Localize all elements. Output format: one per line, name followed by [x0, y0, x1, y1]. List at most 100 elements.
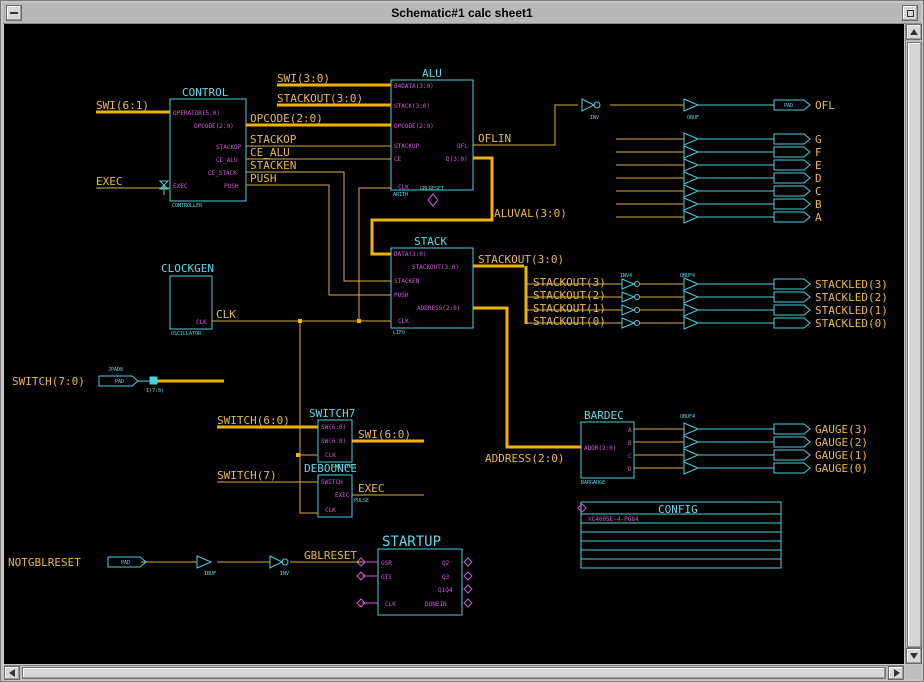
alu-pin-clk: CLK [398, 184, 409, 191]
window-title: Schematic#1 calc sheet1 [391, 6, 533, 20]
startup-pin-markers [356, 557, 473, 608]
title-bar[interactable]: Schematic#1 calc sheet1 [3, 3, 921, 24]
bardec-pin-d: D [628, 466, 632, 473]
segment-row-5-buffer [683, 197, 700, 211]
startup-pin-q3: Q3 [442, 574, 450, 581]
stackled-row-2-buffer [683, 303, 700, 317]
maximize-button[interactable] [902, 5, 918, 21]
alu-type: ARITH [393, 192, 408, 198]
net-address: ADDRESS(2:0) [485, 452, 564, 465]
stack-pin-data: DATA(3:0) [394, 251, 427, 258]
alu-gbl: GBLRESET [420, 186, 444, 192]
net-exec-out: EXEC [358, 482, 385, 495]
switch7-pin-out: SW(6:0) [321, 438, 346, 445]
bardec-name: BARDEC [584, 409, 624, 422]
debounce-pin-exec: EXEC [335, 492, 350, 499]
obuf-label: OBUF [687, 115, 699, 121]
schematic-window: Schematic#1 calc sheet1 CONTROL OPERATOR… [0, 0, 924, 682]
jpad-bus: I(7:0) [146, 388, 164, 394]
stackled-row-0-buffer [683, 277, 700, 291]
control-pin-opcode: OPCODE(2:0) [194, 123, 234, 130]
out-gauge-1: GAUGE(1) [815, 449, 868, 462]
net-aluval: ALUVAL(3:0) [494, 207, 567, 220]
net-stackout-1: STACKOUT(1) [533, 302, 606, 315]
switch7-block[interactable]: SWITCH7 SW(6:0) SW(6:0) CLK SWITCHES [309, 407, 356, 470]
segment-row-3-buffer [683, 171, 700, 185]
ibuf-label: IBUF [204, 571, 216, 577]
clockgen-block[interactable]: CLOCKGEN CLK OSCILLATOR [161, 262, 214, 337]
clockgen-pin-clk: CLK [196, 319, 207, 326]
scroll-up-button[interactable] [906, 24, 922, 40]
out-stackled-3: STACKLED(3) [815, 278, 888, 291]
stack-block[interactable]: STACK DATA(3:0) STACKOUT(3:0) STACKEN PU… [390, 235, 474, 336]
obuf4-label-top: OBUF4 [680, 273, 695, 279]
alu-gbl-marker [427, 193, 439, 207]
startup-name: STARTUP [382, 534, 441, 550]
stackled-row-1-pad [773, 291, 811, 303]
net-stackout-2: STACKOUT(2) [533, 289, 606, 302]
net-swi61: SWI(6:1) [96, 99, 149, 112]
vertical-scrollbar[interactable] [905, 24, 922, 664]
control-pin-operator: OPERATOR(5:0) [173, 110, 220, 117]
vertical-scroll-thumb[interactable] [907, 42, 922, 648]
stackled-row-2-pad [773, 304, 811, 316]
out-seg-e: E [815, 159, 822, 172]
inv-label: INV [590, 115, 599, 121]
scroll-down-button[interactable] [906, 648, 922, 664]
net-oflin: OFLIN [478, 132, 511, 145]
primitives [98, 98, 811, 569]
segment-row-2-buffer [683, 158, 700, 172]
stackled-row-3-buffer [683, 316, 700, 330]
obuf4-label-bottom: OBUF4 [680, 414, 695, 420]
jpad-label: JPAD8 [108, 367, 123, 373]
net-stackout-0: STACKOUT(0) [533, 315, 606, 328]
alu-pin-ofl: OFL [457, 143, 468, 150]
inv-label-reset: INV [280, 571, 289, 577]
stackled-row-3-inverter [621, 317, 636, 329]
alu-pin-b4data: B4DATA(3:0) [394, 83, 434, 90]
out-gauge-0: GAUGE(0) [815, 462, 868, 475]
control-pin-ce-stack: CE_STACK [208, 170, 237, 177]
control-pin-stackop: STACKOP [216, 144, 242, 151]
config-block[interactable]: CONFIG XC4005E-4-PG84 [577, 501, 782, 569]
bardec-pin-b: B [628, 440, 632, 447]
segment-row-6-buffer [683, 210, 700, 224]
alu-pin-opcode: OPCODE(2:0) [394, 123, 434, 130]
net-switch70: SWITCH(7:0) [12, 375, 85, 388]
bardec-block[interactable]: BARDEC ADDR(2:0) A B C D BARGAUGE [580, 409, 635, 486]
pad-label-switch: PAD [115, 379, 124, 385]
segment-row-4-buffer [683, 184, 700, 198]
gauge-row-0-buffer [683, 422, 700, 436]
scroll-left-button[interactable] [4, 666, 20, 680]
gauge-row-2-buffer [683, 448, 700, 462]
arrow-right-icon [894, 669, 900, 677]
pad-label-reset: PAD [121, 560, 130, 566]
alu-block[interactable]: ALU B4DATA(3:0) STACK(3:0) OPCODE(2:0) S… [390, 67, 474, 207]
schematic-canvas[interactable]: CONTROL OPERATOR(5:0) OPCODE(2:0) STACKO… [4, 24, 904, 664]
net-notgblreset: NOTGBLRESET [8, 556, 81, 569]
alu-name: ALU [422, 67, 442, 80]
arrow-left-icon [9, 669, 15, 677]
horizontal-scrollbar[interactable] [4, 665, 904, 680]
debounce-pin-switch: SWITCH [321, 479, 343, 486]
control-block[interactable]: CONTROL OPERATOR(5:0) OPCODE(2:0) STACKO… [169, 86, 247, 209]
net-swi30: SWI(3:0) [277, 72, 330, 85]
segment-row-2-pad [773, 159, 811, 171]
net-stackop: STACKOP [250, 133, 297, 146]
stack-pin-stacken: STACKEN [394, 278, 420, 285]
scroll-right-button[interactable] [888, 666, 904, 680]
bardec-pin-addr: ADDR(2:0) [584, 445, 617, 452]
config-name: CONFIG [658, 503, 698, 516]
switch7-pin-in: SW(6:0) [321, 424, 346, 431]
segment-row-4-pad [773, 185, 811, 197]
startup-block[interactable]: STARTUP GSR GTS CLK Q2 Q3 Q1Q4 DONEIN [356, 534, 473, 616]
horizontal-scroll-thumb[interactable] [22, 667, 886, 679]
config-marker [577, 503, 587, 513]
control-type: CONTROLLER [172, 203, 203, 209]
debounce-type: PULSE [354, 498, 369, 504]
stackled-row-2-inverter [621, 304, 636, 316]
stack-name: STACK [414, 235, 447, 248]
pad-label-ofl: PAD [784, 103, 793, 109]
out-seg-g: G [815, 133, 822, 146]
startup-pin-q1q4: Q1Q4 [438, 587, 453, 594]
